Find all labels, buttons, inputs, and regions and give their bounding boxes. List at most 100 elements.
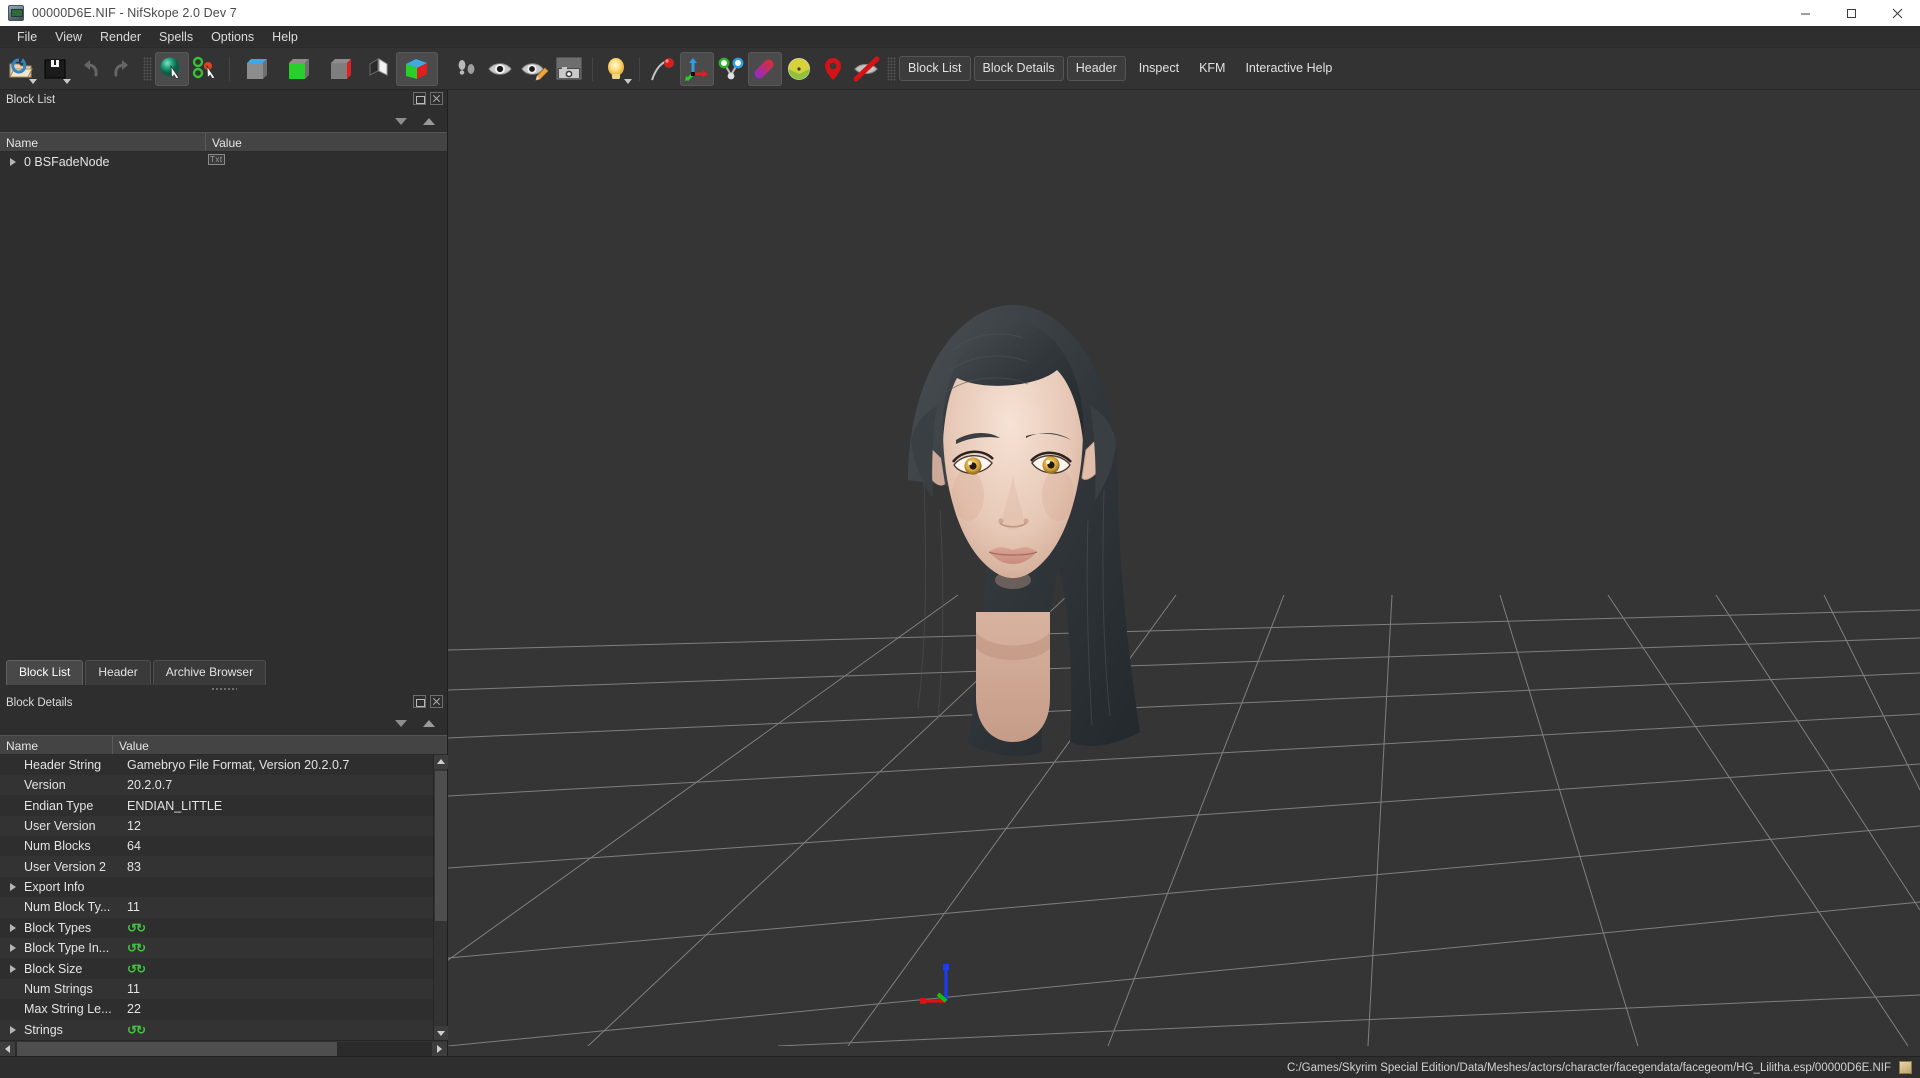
block-details-row[interactable]: Num Strings 11	[0, 978, 447, 1000]
draw-havok-button[interactable]	[646, 52, 680, 86]
hscroll-track[interactable]	[15, 1041, 432, 1056]
block-details-row[interactable]: Version 20.2.0.7	[0, 774, 447, 796]
block-list-tree[interactable]: 0 BSFadeNode Txt	[0, 152, 447, 659]
hscroll-thumb[interactable]	[17, 1041, 337, 1056]
draw-nodes-button[interactable]	[518, 52, 552, 86]
undo-button[interactable]	[72, 52, 106, 86]
menu-help[interactable]: Help	[263, 27, 307, 47]
close-button[interactable]	[1874, 0, 1920, 26]
details-expand-all-chevron-down-icon[interactable]	[395, 720, 407, 728]
menu-spells[interactable]: Spells	[150, 27, 202, 47]
block-details-row[interactable]: Max String Le... 22	[0, 999, 447, 1019]
expand-arrow-icon[interactable]	[10, 158, 16, 166]
draw-furniture-button[interactable]	[748, 51, 782, 86]
lighting-dropdown-caret[interactable]	[624, 78, 632, 84]
hide-marker-button[interactable]	[850, 52, 884, 86]
save-file-button[interactable]	[38, 52, 72, 86]
block-details-tree[interactable]: Header String Gamebryo File Format, Versi…	[0, 754, 448, 1040]
tab-header[interactable]: Header	[85, 659, 151, 685]
show-hidden-button[interactable]	[484, 52, 518, 86]
menu-render[interactable]: Render	[91, 27, 150, 47]
block-details-row[interactable]: Header String Gamebryo File Format, Versi…	[0, 755, 447, 775]
redo-button[interactable]	[106, 52, 140, 86]
draw-axes-button[interactable]	[680, 51, 714, 86]
refresh-arrows-icon: ↺↻	[127, 920, 146, 935]
toolbar-separator-2[interactable]	[887, 56, 896, 81]
view-flip-button[interactable]	[362, 52, 396, 86]
hscroll-right-button[interactable]	[432, 1041, 447, 1056]
block-list-close-icon[interactable]	[430, 92, 443, 105]
block-details-row-name: Max String Le...	[24, 1002, 112, 1017]
tab-block-list[interactable]: Block List	[6, 659, 84, 685]
view-perspective-button[interactable]	[396, 51, 438, 86]
collapse-all-chevron-up-icon[interactable]	[423, 117, 435, 125]
view-front-button[interactable]	[278, 52, 320, 86]
block-details-horizontal-scrollbar[interactable]	[0, 1040, 447, 1056]
expand-all-chevron-down-icon[interactable]	[395, 117, 407, 125]
block-list-row-0[interactable]: 0 BSFadeNode Txt	[0, 152, 447, 172]
block-details-header-name[interactable]: Name	[0, 735, 113, 754]
scroll-up-button[interactable]	[434, 754, 448, 769]
block-list-header-name[interactable]: Name	[0, 133, 206, 151]
block-details-row[interactable]: Block Size ↺↻	[0, 958, 447, 978]
row-expand-arrow-icon[interactable]	[10, 1025, 16, 1034]
panel-button-block-list[interactable]: Block List	[899, 56, 971, 81]
menu-view[interactable]: View	[46, 27, 91, 47]
copy-path-icon[interactable]	[1899, 1061, 1912, 1074]
block-details-expand-controls	[0, 713, 447, 735]
view-top-button[interactable]	[236, 52, 278, 86]
block-list-row-value-badge: Txt	[208, 154, 225, 165]
block-details-row-name: Block Size	[24, 961, 83, 976]
walk-mode-button[interactable]	[450, 52, 484, 86]
hscroll-left-button[interactable]	[0, 1041, 15, 1056]
row-expand-arrow-icon[interactable]	[10, 923, 16, 932]
save-file-dropdown-caret[interactable]	[63, 78, 71, 84]
view-side-button[interactable]	[320, 52, 362, 86]
panel-button-block-details[interactable]: Block Details	[973, 56, 1064, 81]
block-details-row-name: Block Type In...	[24, 941, 110, 956]
open-file-button[interactable]	[4, 52, 38, 86]
tab-archive-browser[interactable]: Archive Browser	[152, 659, 267, 685]
dock-splitter-handle[interactable]	[0, 684, 447, 693]
block-details-vertical-scrollbar[interactable]	[433, 754, 448, 1040]
block-details-row[interactable]: Endian Type ENDIAN_LITTLE	[0, 795, 447, 815]
row-expand-arrow-icon[interactable]	[10, 944, 16, 953]
scroll-thumb[interactable]	[435, 770, 447, 921]
details-collapse-all-chevron-up-icon[interactable]	[423, 720, 435, 728]
open-file-dropdown-caret[interactable]	[29, 78, 37, 84]
maximize-button[interactable]	[1828, 0, 1874, 26]
menu-file[interactable]: File	[8, 27, 46, 47]
block-details-header-value[interactable]: Value	[113, 736, 447, 754]
toolbar-separator-1[interactable]	[143, 56, 152, 81]
screenshot-button[interactable]	[552, 52, 586, 86]
block-details-float-icon[interactable]	[413, 694, 426, 708]
render-viewport[interactable]	[448, 90, 1920, 1056]
block-details-row[interactable]: Block Types ↺↻	[0, 918, 447, 938]
draw-constraints-button[interactable]	[782, 52, 816, 86]
block-details-row[interactable]: Strings ↺↻	[0, 1019, 447, 1040]
block-list-float-icon[interactable]	[413, 92, 426, 105]
block-details-row[interactable]: Export Info	[0, 877, 447, 897]
draw-nodes-links-button[interactable]	[714, 52, 748, 86]
minimize-button[interactable]	[1782, 0, 1828, 26]
block-details-row[interactable]: Num Blocks 64	[0, 836, 447, 856]
block-details-row[interactable]: User Version 12	[0, 815, 447, 837]
row-expand-arrow-icon[interactable]	[10, 883, 16, 892]
block-details-row[interactable]: Block Type In... ↺↻	[0, 938, 447, 959]
block-list-header-value[interactable]: Value	[206, 133, 447, 151]
menu-options[interactable]: Options	[202, 27, 263, 47]
block-details-row[interactable]: Num Block Ty... 11	[0, 897, 447, 918]
block-details-dock-header: Block Details	[0, 693, 447, 713]
panel-button-header[interactable]: Header	[1066, 56, 1126, 81]
row-expand-arrow-icon[interactable]	[10, 964, 16, 973]
panel-button-inspect[interactable]: Inspect	[1129, 56, 1189, 81]
select-object-button[interactable]	[155, 51, 189, 86]
panel-button-kfm[interactable]: KFM	[1189, 56, 1235, 81]
select-vertex-button[interactable]	[189, 52, 223, 86]
lighting-button[interactable]	[599, 52, 633, 86]
draw-markers-button[interactable]	[816, 52, 850, 86]
panel-button-interactive-help[interactable]: Interactive Help	[1235, 56, 1342, 81]
scroll-down-button[interactable]	[434, 1026, 448, 1040]
block-details-close-icon[interactable]	[430, 694, 443, 708]
block-details-row[interactable]: User Version 2 83	[0, 856, 447, 877]
